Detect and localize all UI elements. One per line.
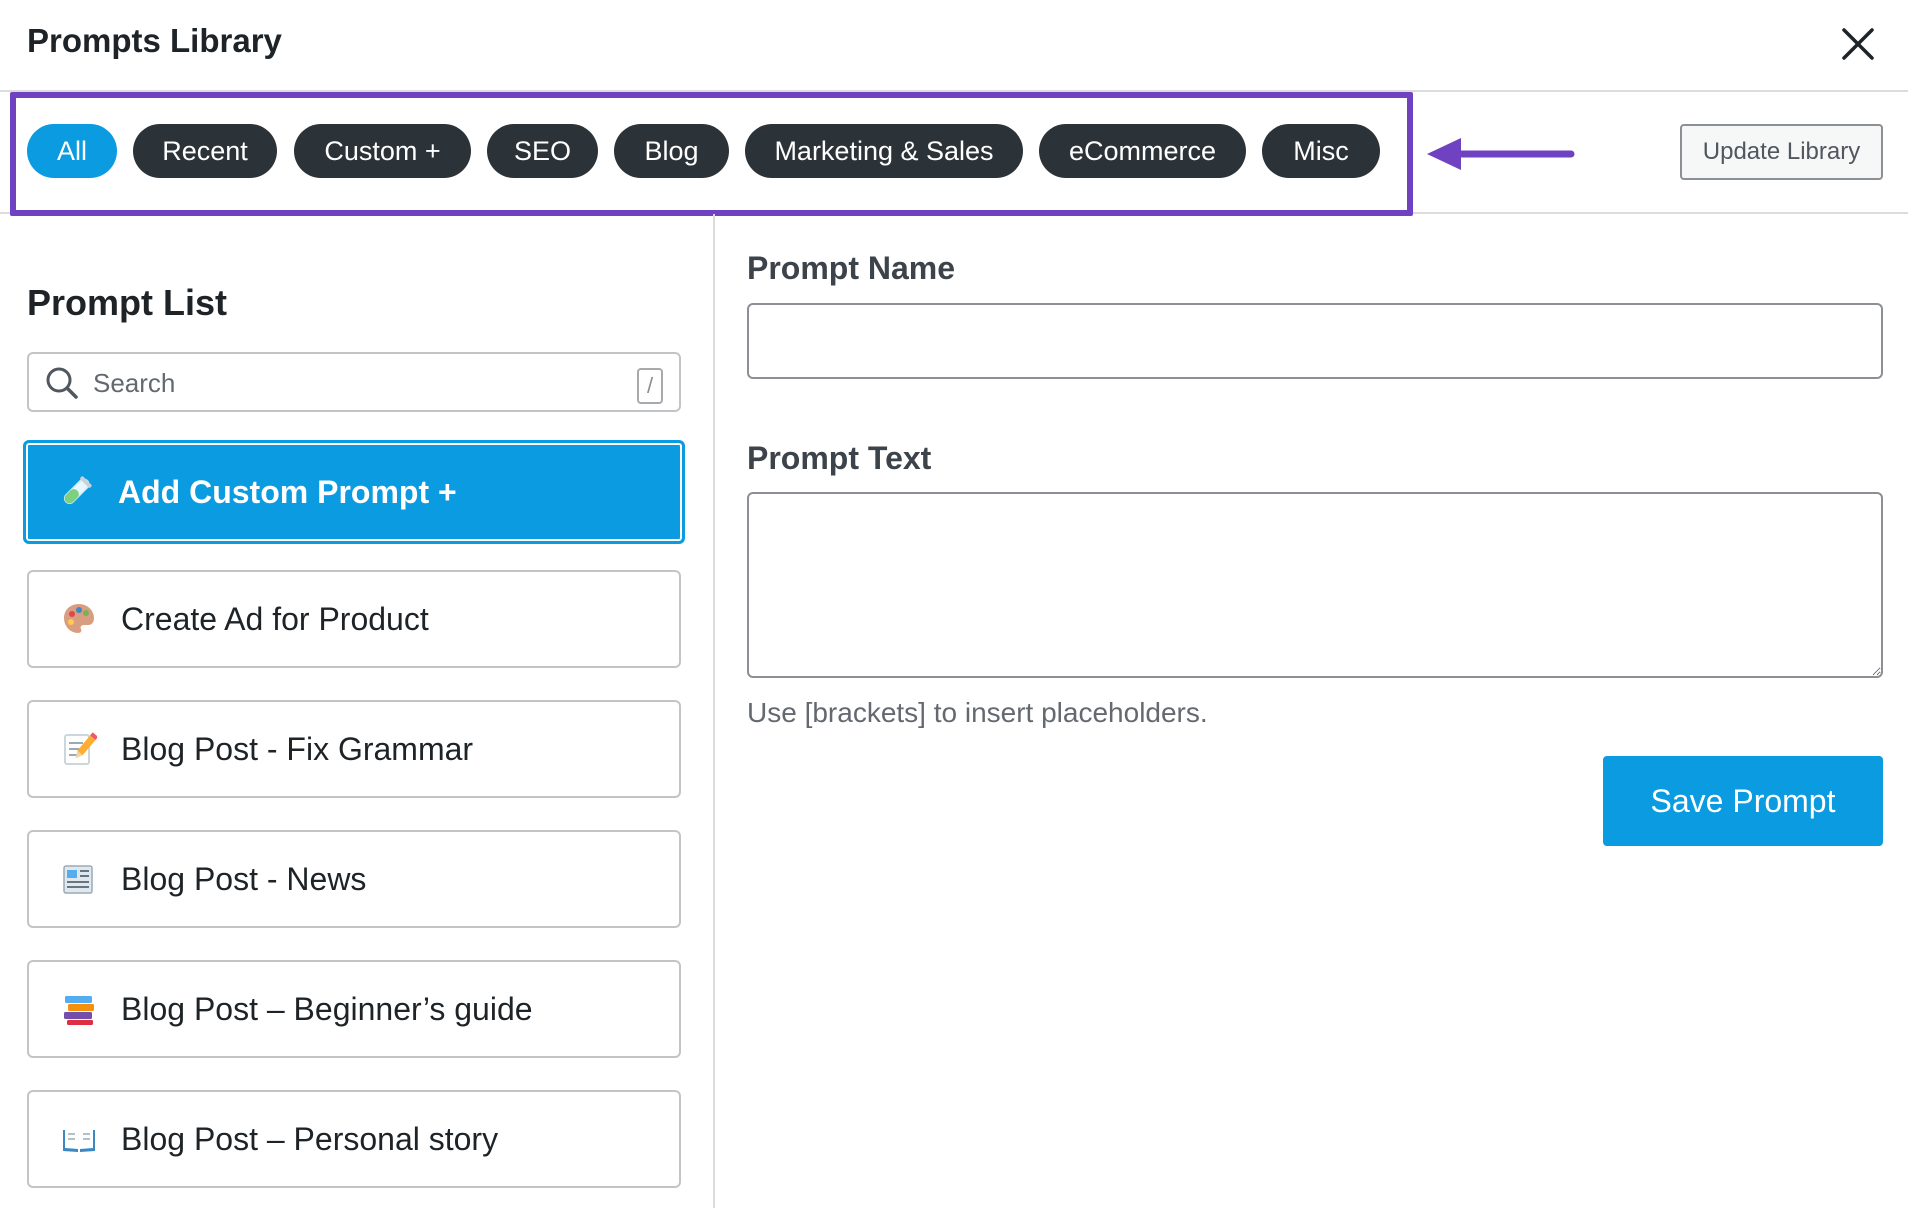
prompt-item-fix-grammar[interactable]: Blog Post - Fix Grammar [27,700,681,798]
prompt-item-label: Add Custom Prompt + [118,473,457,510]
prompt-item-create-ad[interactable]: Create Ad for Product [27,570,681,668]
chip-misc[interactable]: Misc [1262,124,1380,178]
pointer-arrow-icon [1427,138,1575,170]
modal-header: Prompts Library [0,0,1908,92]
search-input[interactable] [91,356,615,410]
palette-icon [59,599,99,639]
prompt-item-news[interactable]: Blog Post - News [27,830,681,928]
chip-marketing-sales[interactable]: Marketing & Sales [745,124,1023,178]
close-icon [1842,28,1874,60]
prompt-name-input[interactable] [747,303,1883,379]
add-custom-prompt-button[interactable]: Add Custom Prompt + [23,440,685,544]
chip-ecommerce[interactable]: eCommerce [1039,124,1246,178]
newspaper-icon [59,859,99,899]
modal-title: Prompts Library [27,22,282,59]
prompt-text-label: Prompt Text [747,440,932,476]
memo-pencil-icon [59,729,99,769]
search-shortcut-key: / [637,368,663,404]
chip-seo[interactable]: SEO [487,124,598,178]
prompt-item-label: Create Ad for Product [121,600,429,637]
chip-recent[interactable]: Recent [133,124,277,178]
column-divider [713,214,715,1208]
chip-custom[interactable]: Custom + [294,124,471,178]
search-box: / [27,352,681,412]
prompt-item-beginners-guide[interactable]: Blog Post – Beginner’s guide [27,960,681,1058]
search-icon [46,367,78,399]
chip-blog[interactable]: Blog [614,124,729,178]
chip-all[interactable]: All [27,124,117,178]
prompt-text-input[interactable] [747,492,1883,678]
close-button[interactable] [1836,22,1880,66]
prompt-item-label: Blog Post – Personal story [121,1120,499,1157]
prompt-item-personal-story[interactable]: Blog Post – Personal story [27,1090,681,1188]
prompt-name-label: Prompt Name [747,250,956,286]
prompt-item-label: Blog Post - Fix Grammar [121,730,474,767]
save-prompt-button[interactable]: Save Prompt [1603,756,1883,846]
books-icon [59,989,99,1029]
open-book-icon [59,1119,99,1159]
prompt-list-title: Prompt List [27,282,228,323]
update-library-button[interactable]: Update Library [1680,124,1883,180]
placeholder-hint: Use [brackets] to insert placeholders. [747,697,1208,728]
prompt-item-label: Blog Post – Beginner’s guide [121,990,533,1027]
prompt-item-label: Blog Post - News [121,860,367,897]
test-tube-icon [56,472,96,512]
